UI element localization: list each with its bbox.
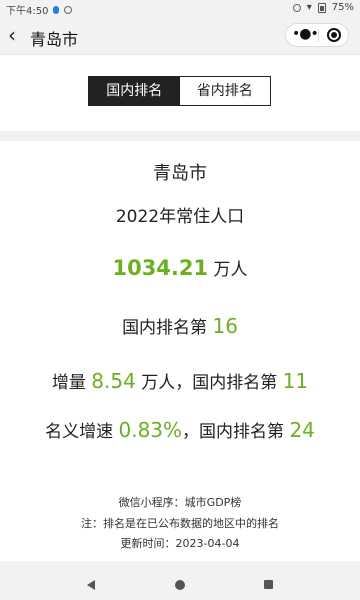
increase-line: 增量 8.54 万人，国内排名第 11 [0,368,360,393]
system-nav-bar [0,571,360,600]
population-unit: 万人 [213,260,248,280]
update-time: 更新时间：2023-04-04 [120,537,240,550]
rank-prefix: 国内排名第 [122,318,208,338]
growth-prefix: 名义增速 [45,422,114,442]
title-bar: ‹ 青岛市 •●• [0,17,360,55]
increase-rank: 11 [282,369,309,393]
nav-recent-icon[interactable] [264,580,273,589]
status-time: 下午4:50 [6,6,49,17]
growth-mid: ，国内排名第 [182,422,285,442]
growth-line: 名义增速 0.83%，国内排名第 24 [0,417,360,442]
stats-card: 青岛市 2022年常住人口 1034.21 万人 国内排名第 16 增量 8.5… [0,141,360,561]
growth-rank: 24 [289,418,315,442]
close-circle-icon[interactable] [327,28,341,42]
sync-icon [64,5,73,14]
tab-section: 国内排名 省内排名 [0,55,360,131]
ranking-tabs: 国内排名 省内排名 [88,76,271,106]
back-icon[interactable]: ‹ [8,25,28,45]
population-value: 1034.21 [112,256,209,280]
capsule-divider [318,29,319,42]
city-name: 青岛市 [153,163,207,184]
wifi-icon: ▾ [306,2,312,13]
page-title: 青岛市 [30,30,79,49]
metric-title: 2022年常住人口 [115,207,245,227]
rank-value: 16 [212,314,238,338]
more-icon[interactable]: •●• [292,27,319,43]
status-bar: 下午4:50 ▾ 75% [0,0,360,17]
status-left: 下午4:50 [6,2,73,17]
silent-icon [292,3,301,12]
tab-national-rank[interactable]: 国内排名 [89,77,180,105]
national-rank-line: 国内排名第 16 [0,313,360,338]
nav-back-icon[interactable] [87,580,95,590]
tab-provincial-rank[interactable]: 省内排名 [179,77,270,105]
battery-icon [317,2,326,13]
miniprogram-capsule: •●• [285,23,349,47]
status-right: ▾ 75% [292,2,354,13]
increase-mid: 万人，国内排名第 [141,373,278,393]
source-note: 微信小程序：城市GDP榜 [118,496,242,509]
increase-value: 8.54 [91,369,136,393]
growth-value: 0.83% [118,418,183,442]
battery-level: 75% [331,2,354,13]
population-line: 1034.21 万人 [0,255,360,280]
nav-home-icon[interactable] [175,580,185,590]
ranking-note: 注：排名是在已公布数据的地区中的排名 [81,517,279,530]
increase-prefix: 增量 [51,373,86,393]
notification-icon [53,5,60,14]
